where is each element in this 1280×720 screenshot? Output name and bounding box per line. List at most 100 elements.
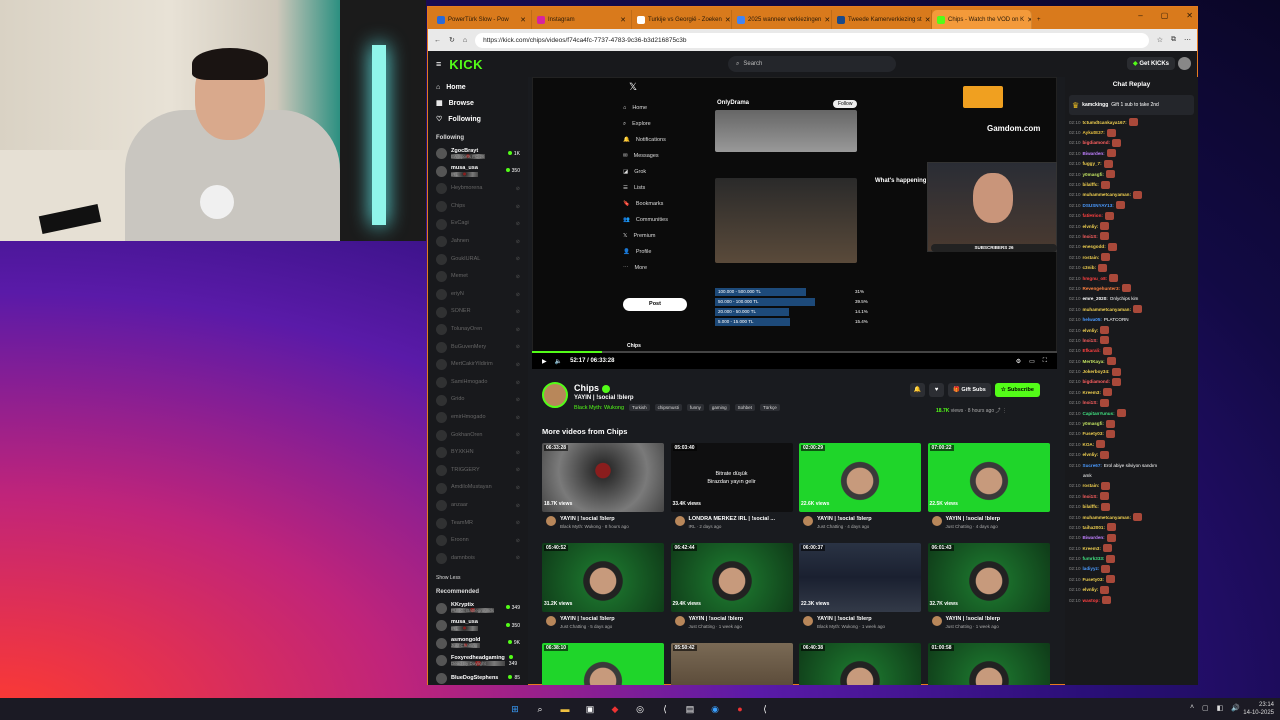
chat-username[interactable]: y0masgfi: xyxy=(1083,421,1104,426)
hamburger-icon[interactable]: ≡ xyxy=(436,59,441,69)
chat-username[interactable]: elvnliy: xyxy=(1083,224,1099,229)
chat-username[interactable]: bigdiamond: xyxy=(1083,140,1111,145)
maximize-button[interactable]: ▢ xyxy=(1161,11,1169,20)
chat-username[interactable]: elvnliy: xyxy=(1083,452,1099,457)
chat-username[interactable]: Biwarden: xyxy=(1083,151,1105,156)
tag[interactable]: gaming xyxy=(708,404,730,411)
sidebar-channel[interactable]: TolunayOren ⊘ xyxy=(436,321,520,339)
chat-username[interactable]: elvnliy: xyxy=(1083,587,1099,592)
sidebar-channel[interactable]: GokhanOren ⊘ xyxy=(436,427,520,445)
tab-4[interactable]: 2025 wanneer verkiezingen ✕ xyxy=(732,10,832,29)
chat-username[interactable]: fuggy_7: xyxy=(1083,161,1102,166)
chat-username[interactable]: Fusety03: xyxy=(1083,577,1104,582)
app-icon[interactable]: ● xyxy=(734,703,746,715)
tag[interactable]: Turkish xyxy=(629,404,650,411)
video-title[interactable]: YAYIN | !social !blerp xyxy=(560,616,615,622)
video-card[interactable]: 02:00:29 22.6K views YAYIN | !social !bler… xyxy=(799,443,921,541)
home-icon[interactable]: ⌂ xyxy=(463,37,467,44)
tag[interactable]: chipsmusti xyxy=(654,404,682,411)
show-less-link[interactable]: Show Less xyxy=(436,575,520,581)
subscribe-button[interactable]: ☆ Subscribe xyxy=(994,383,1040,397)
app-icon[interactable]: ⟨ xyxy=(759,703,771,715)
tag[interactable]: Sohbet xyxy=(734,404,755,411)
sidebar-channel[interactable]: MertCakirYildirim ⊘ xyxy=(436,356,520,374)
chat-username[interactable]: Fusety03: xyxy=(1083,431,1104,436)
app-icon[interactable]: ▣ xyxy=(584,703,596,715)
video-thumbnail[interactable]: 06:40:38 xyxy=(799,643,921,685)
video-thumbnail[interactable]: 05:50:42 xyxy=(670,643,793,685)
volume-icon[interactable]: 🔈 xyxy=(555,358,562,365)
chat-username[interactable]: MertKaya: xyxy=(1083,359,1105,364)
minimize-button[interactable]: – xyxy=(1138,11,1142,20)
user-avatar[interactable] xyxy=(1178,57,1191,70)
chat-username[interactable]: Revengehunter3: xyxy=(1083,286,1121,291)
search-icon[interactable]: ⌕ xyxy=(534,703,546,715)
close-icon[interactable]: ✕ xyxy=(620,16,626,24)
chat-username[interactable]: KOA: xyxy=(1083,442,1095,447)
video-thumbnail[interactable]: 05:40:52 31.2K views xyxy=(542,543,664,612)
file-explorer-icon[interactable]: ▬ xyxy=(559,703,571,715)
sidebar-channel[interactable]: BYXKHN ⊘ xyxy=(436,444,520,462)
chat-username[interactable]: bilalffc: xyxy=(1083,504,1099,509)
tab-6-active[interactable]: Chips - Watch the VOD on K✕ xyxy=(932,10,1032,29)
video-card[interactable]: 06:33:28 18.7K views YAYIN | !social !bler… xyxy=(542,443,664,541)
video-player[interactable]: 𝕏 ⌂ Home ⌕ Explore 🔔 Notifications ✉ Messages ◪ G… xyxy=(532,77,1057,369)
sidebar-channel[interactable]: TRIGGERY ⊘ xyxy=(436,462,520,480)
gift-subs-button[interactable]: 🎁 Gift Subs xyxy=(948,383,991,397)
app-tray-icon[interactable]: ▢ xyxy=(1202,704,1209,712)
chat-username[interactable]: muhammetcanyaman: xyxy=(1083,515,1132,520)
video-thumbnail[interactable]: 02:00:29 22.6K views xyxy=(799,443,921,512)
theater-icon[interactable]: ▭ xyxy=(1029,358,1035,365)
share-icon[interactable]: ⤴ xyxy=(996,408,1001,414)
chat-username[interactable]: emre_2020: xyxy=(1083,296,1108,301)
url-field[interactable]: https://kick.com/chips/videos/f74ca4fc-7… xyxy=(475,32,1149,48)
app-icon[interactable]: ⟨ xyxy=(659,703,671,715)
video-card[interactable]: 05:03:40 Bitrate düşük Birazdan yayın geli… xyxy=(670,443,793,541)
tab-1[interactable]: PowerTürk Slow - Pow ✕ xyxy=(432,10,532,29)
chat-username[interactable]: Kreem3: xyxy=(1083,390,1101,395)
recommended-channel[interactable]: asmongold Just Chatting 9K xyxy=(436,634,520,652)
app-icon[interactable]: ▤ xyxy=(684,703,696,715)
sidebar-channel[interactable]: SamiHmogado ⊘ xyxy=(436,374,520,392)
chat-username[interactable]: enesgodd: xyxy=(1083,244,1106,249)
video-title[interactable]: YAYIN | !social !blerp xyxy=(817,516,872,522)
fullscreen-icon[interactable]: ⛶ xyxy=(1043,358,1047,365)
video-card[interactable]: 05:50:42 xyxy=(670,643,793,685)
heart-icon[interactable]: ♥ xyxy=(929,383,944,397)
sidebar-channel[interactable]: anzaar ⊘ xyxy=(436,497,520,515)
video-title[interactable]: YAYIN | !social !blerp xyxy=(560,516,615,522)
sidebar-channel[interactable]: eriyN ⊘ xyxy=(436,286,520,304)
nav-browse[interactable]: ▦ Browse xyxy=(436,95,520,111)
video-card[interactable]: 06:01:43 32.7K views YAYIN | !social !bler… xyxy=(927,543,1050,641)
chat-username[interactable]: lnoi1S: xyxy=(1083,400,1098,405)
video-thumbnail[interactable]: 01:00:58 xyxy=(927,643,1050,685)
chat-username[interactable]: bilalffc: xyxy=(1083,182,1099,187)
chat-username[interactable]: bigdiamond: xyxy=(1083,379,1111,384)
nav-home[interactable]: ⌂ Home xyxy=(436,79,520,95)
chat-username[interactable]: AykutE37: xyxy=(1083,130,1105,135)
video-thumbnail[interactable]: 06:38:10 xyxy=(542,643,664,685)
chat-username[interactable]: lnoi1S: xyxy=(1083,494,1098,499)
close-icon[interactable]: ✕ xyxy=(824,16,830,24)
chat-username[interactable]: fatiHrion: xyxy=(1083,213,1103,218)
chat-username[interactable]: lnoi1S: xyxy=(1083,234,1098,239)
new-tab-button[interactable]: + xyxy=(1032,10,1048,29)
sidebar-channel[interactable]: AmdiloMustayan ⊘ xyxy=(436,479,520,497)
sidebar-channel[interactable]: Chips ⊘ xyxy=(436,198,520,216)
video-thumbnail[interactable]: 07:00:22 22.5K views xyxy=(927,443,1050,512)
network-icon[interactable]: ◧ xyxy=(1217,704,1224,712)
sidebar-channel[interactable]: GoukIURAL ⊘ xyxy=(436,251,520,269)
tab-5[interactable]: Tweede Kamerverkiezing st ✕ xyxy=(832,10,932,29)
video-thumbnail[interactable]: 06:01:43 32.7K views xyxy=(927,543,1050,612)
refresh-icon[interactable]: ↻ xyxy=(449,36,455,44)
chat-username[interactable]: Kreem3: xyxy=(1083,546,1101,551)
video-card[interactable]: 06:00:37 22.3K views YAYIN | !social !bler… xyxy=(799,543,921,641)
chat-username[interactable]: rostain: xyxy=(1083,255,1100,260)
chat-username[interactable]: CapitanYunus: xyxy=(1083,411,1115,416)
channel-name[interactable]: Chips xyxy=(574,383,611,393)
recommended-channel[interactable]: musa_usa IRL 350 xyxy=(436,617,520,635)
kick-logo[interactable]: KICK xyxy=(449,57,483,72)
chat-username[interactable]: fumrk333: xyxy=(1083,556,1105,561)
chat-username[interactable]: DSUSNYAY13: xyxy=(1083,203,1114,208)
chat-username[interactable]: Efkarali: xyxy=(1083,348,1101,353)
